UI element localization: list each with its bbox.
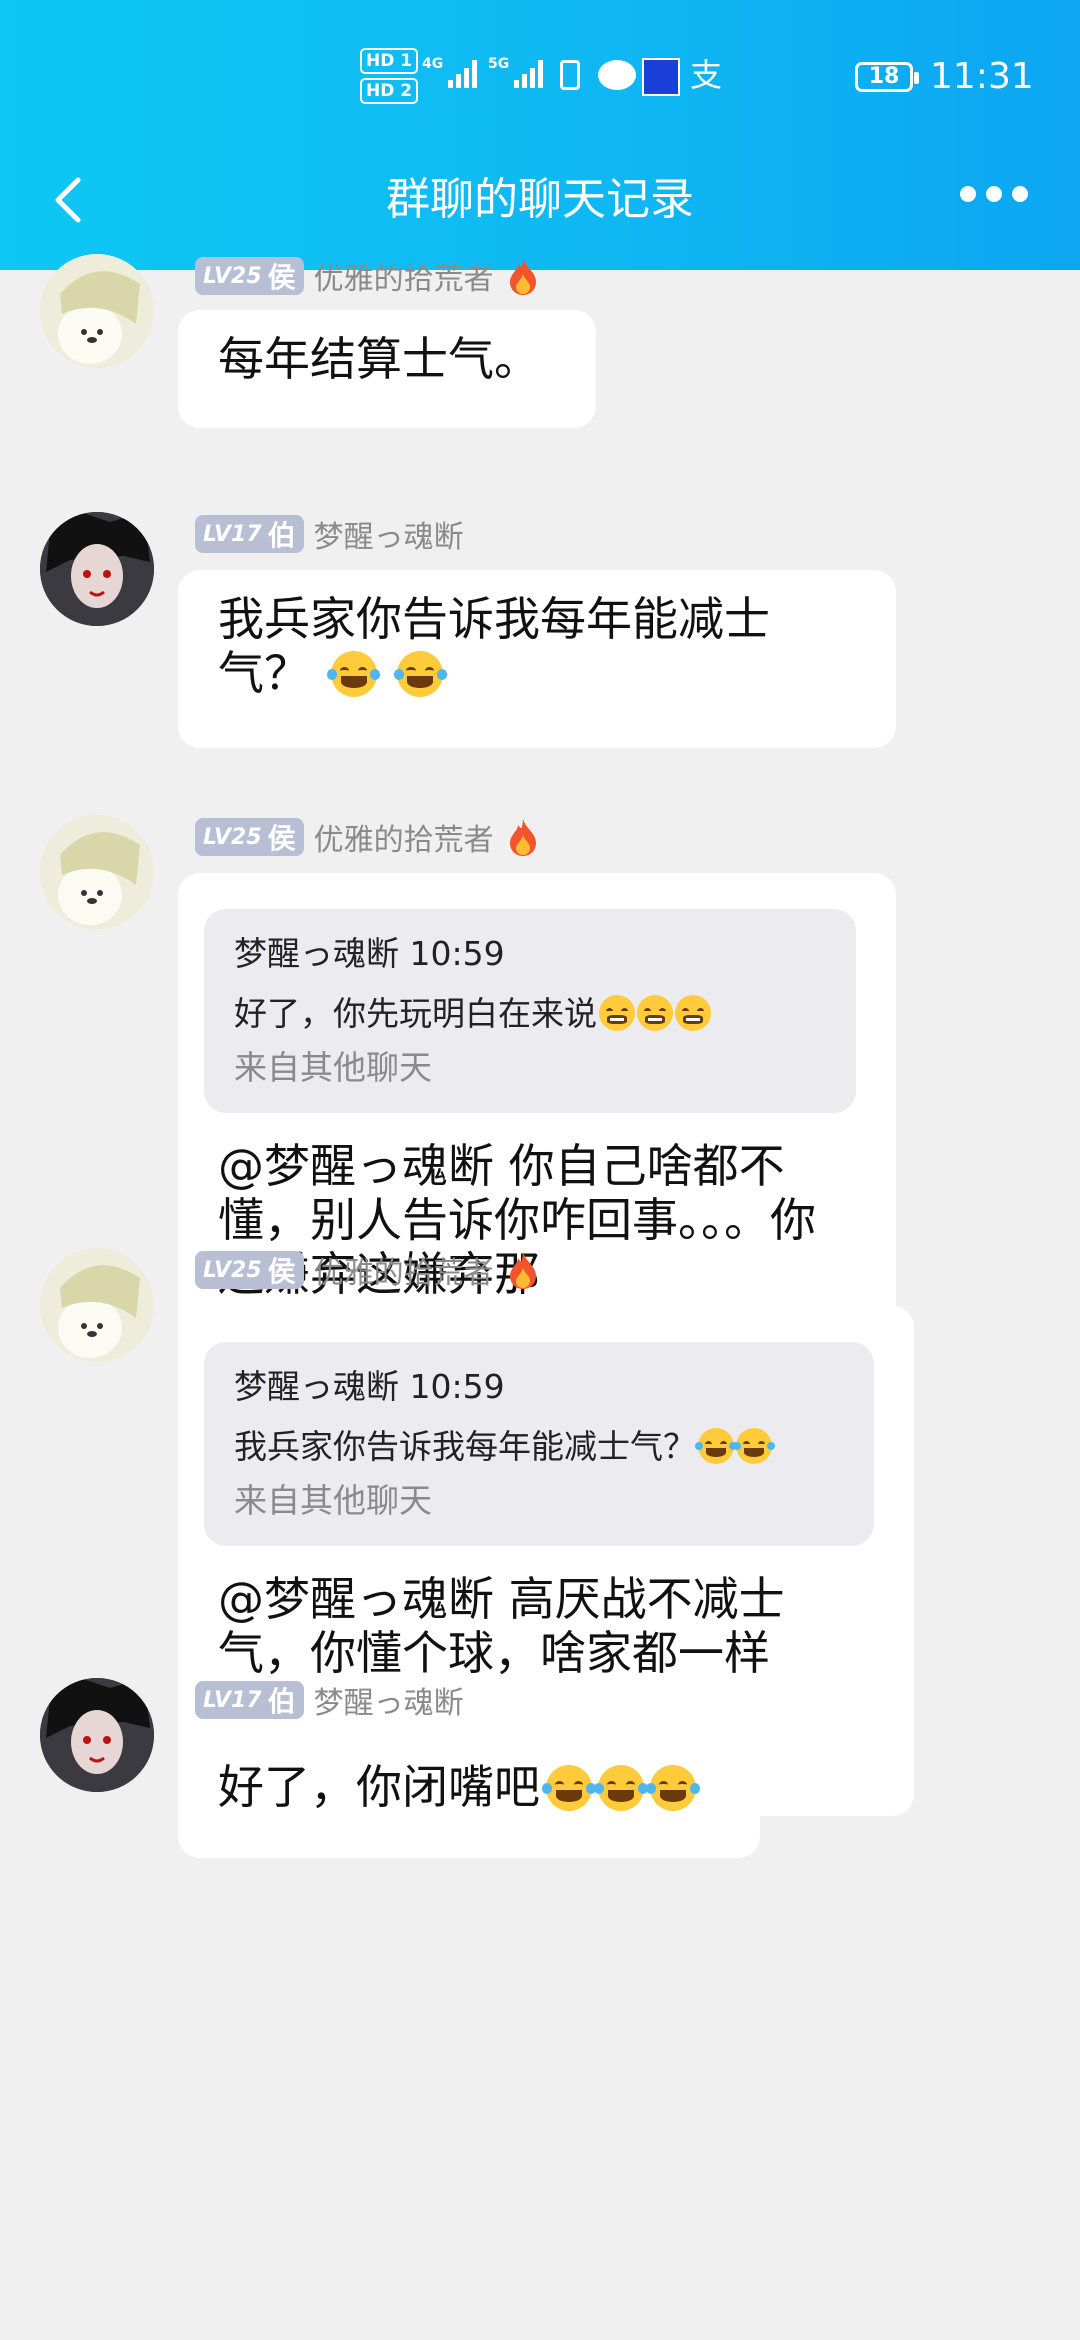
battery-icon: 18	[855, 62, 919, 92]
avatar[interactable]	[40, 815, 154, 929]
signal-icon-2	[514, 58, 543, 88]
fire-icon	[509, 258, 536, 295]
nav-bar: 群聊的聊天记录	[0, 150, 1080, 250]
message-text: 我兵家你告诉我每年能减士气？	[218, 592, 770, 700]
more-button[interactable]	[960, 186, 1040, 216]
bear-avatar-icon	[40, 254, 154, 368]
laugh-cry-emoji	[542, 1765, 596, 1811]
message-text: @梦醒っ魂断 高厌战不减士气，你懂个球，啥家都一样	[218, 1572, 785, 1680]
quote-header: 梦醒っ魂断 10:59	[234, 1367, 505, 1406]
signal-icon	[448, 58, 477, 88]
page-title: 群聊的聊天记录	[386, 174, 694, 225]
sender-nickname[interactable]: 优雅的拾荒者	[314, 1248, 494, 1292]
status-bar: HD 1 HD 2 4G 5G 支 18 11:31	[0, 40, 1080, 120]
level-badge: LV25 侯	[195, 1251, 304, 1289]
more-dots-icon	[960, 186, 1038, 206]
grin-emoji	[637, 995, 673, 1031]
quote-text: 好了，你先玩明白在来说	[234, 991, 826, 1037]
level-badge: LV25 侯	[195, 257, 304, 295]
quote-source: 来自其他聊天	[234, 1481, 432, 1520]
sender-nickname[interactable]: 梦醒っ魂断	[314, 512, 464, 556]
hd2-label: HD 2	[360, 78, 419, 104]
message-icon	[598, 60, 636, 90]
message-bubble[interactable]: 每年结算士气。	[178, 310, 596, 428]
quote-source: 来自其他聊天	[234, 1048, 432, 1087]
message-text: 好了，你闭嘴吧	[218, 1760, 540, 1814]
avatar[interactable]	[40, 254, 154, 368]
laugh-cry-emoji	[326, 651, 381, 697]
level-badge: LV17 伯	[195, 1681, 304, 1719]
laugh-cry-emoji	[393, 651, 447, 697]
laugh-cry-emoji	[695, 1428, 737, 1464]
sender-meta: LV17 伯 梦醒っ魂断	[195, 1678, 464, 1722]
clock: 11:31	[930, 56, 1034, 97]
sender-meta: LV25 侯 优雅的拾荒者	[195, 254, 540, 298]
laugh-cry-emoji	[646, 1765, 700, 1811]
sender-nickname[interactable]: 梦醒っ魂断	[314, 1678, 464, 1722]
message-bubble[interactable]: 好了，你闭嘴吧	[178, 1738, 760, 1858]
bear-avatar-icon	[40, 815, 154, 929]
alipay-icon: 支	[690, 56, 723, 94]
grin-emoji	[599, 995, 635, 1031]
message-bubble[interactable]: 我兵家你告诉我每年能减士气？	[178, 570, 896, 748]
quote-header: 梦醒っ魂断 10:59	[234, 934, 505, 973]
anime-avatar-icon	[40, 512, 154, 626]
level-badge: LV17 伯	[195, 515, 304, 553]
chat-list[interactable]: LV25 侯 优雅的拾荒者 每年结算士气。 LV17 伯 梦醒っ魂断 我兵家你告…	[0, 254, 1080, 2340]
sender-nickname[interactable]: 优雅的拾荒者	[314, 815, 494, 859]
laugh-cry-emoji	[733, 1428, 775, 1464]
app-header: HD 1 HD 2 4G 5G 支 18 11:31 群聊的聊天记录	[0, 0, 1080, 270]
grin-emoji	[675, 995, 711, 1031]
quoted-message[interactable]: 梦醒っ魂断 10:59 我兵家你告诉我每年能减士气？ 来自其他聊天	[204, 1342, 874, 1546]
avatar[interactable]	[40, 512, 154, 626]
anime-avatar-icon	[40, 1678, 154, 1792]
app-icon	[642, 58, 680, 96]
avatar[interactable]	[40, 1678, 154, 1792]
battery-saver-icon	[560, 60, 580, 90]
hd-indicator: HD 1 HD 2	[360, 48, 419, 108]
net-5g-label: 5G	[488, 56, 510, 72]
message-text: 每年结算士气。	[218, 332, 540, 386]
quote-text: 我兵家你告诉我每年能减士气？	[234, 1424, 844, 1470]
sender-meta: LV25 侯 优雅的拾荒者	[195, 815, 540, 859]
sender-meta: LV17 伯 梦醒っ魂断	[195, 512, 464, 556]
level-badge: LV25 侯	[195, 818, 304, 856]
sender-meta: LV25 侯 优雅的拾荒者	[195, 1248, 540, 1292]
laugh-cry-emoji	[594, 1765, 648, 1811]
quoted-message[interactable]: 梦醒っ魂断 10:59 好了，你先玩明白在来说 来自其他聊天	[204, 909, 856, 1113]
sender-nickname[interactable]: 优雅的拾荒者	[314, 254, 494, 298]
fire-icon	[509, 819, 536, 856]
fire-icon	[509, 1252, 536, 1289]
hd1-label: HD 1	[360, 48, 419, 74]
bear-avatar-icon	[40, 1248, 154, 1362]
avatar[interactable]	[40, 1248, 154, 1362]
net-4g-label: 4G	[422, 56, 444, 72]
